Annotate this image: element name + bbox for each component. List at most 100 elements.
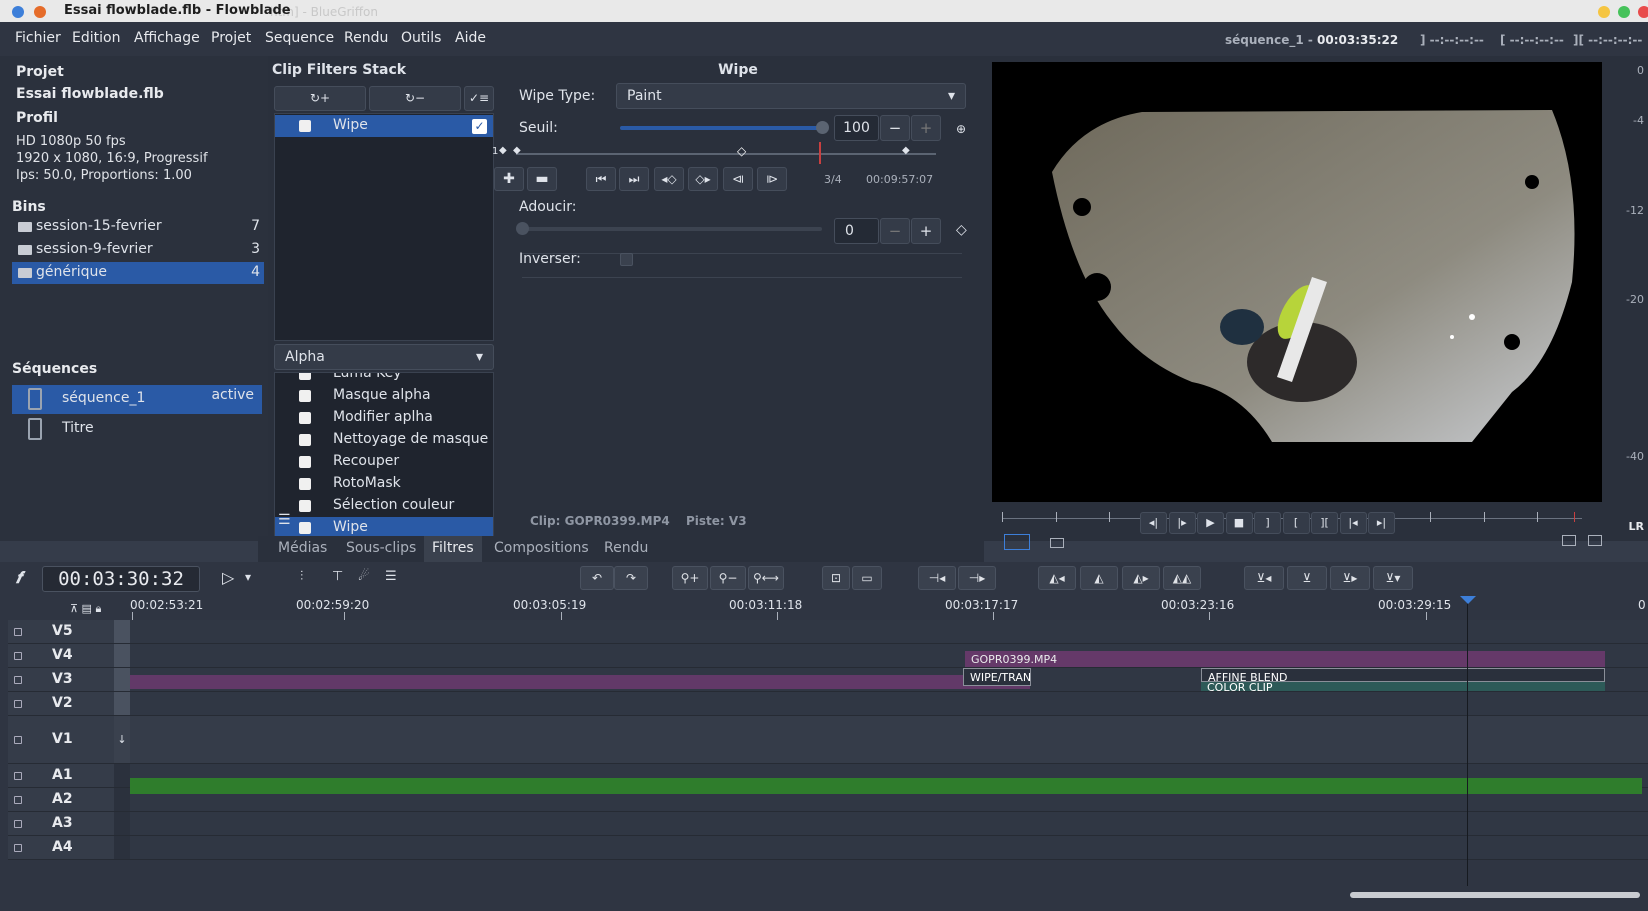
menu-fichier[interactable]: Fichier — [15, 30, 61, 46]
v2-clip[interactable] — [130, 675, 1030, 689]
timeline-view-icon[interactable] — [1004, 534, 1030, 550]
v3-clip[interactable]: GOPR0399.MP4 — [965, 651, 1605, 667]
keyframe-diamond-icon[interactable]: ◇ — [737, 144, 746, 158]
track-lane-v1[interactable] — [130, 716, 1648, 764]
menu-outils[interactable]: Outils — [401, 30, 441, 46]
bin-item-selected[interactable]: générique 4 — [12, 262, 264, 284]
speaker-icon[interactable] — [14, 772, 22, 780]
menu-affichage[interactable]: Affichage — [134, 30, 200, 46]
track-header-a2[interactable]: A2 — [8, 788, 130, 812]
toggle-all-filters-button[interactable]: ✓≡ — [464, 86, 494, 111]
speaker-icon[interactable] — [14, 820, 22, 828]
track-header-a4[interactable]: A4 — [8, 836, 130, 860]
track-header-v2[interactable]: V2 — [8, 692, 130, 716]
seuil-slider[interactable] — [620, 121, 829, 134]
remove-filter-button[interactable]: ↻− — [369, 86, 461, 111]
effects-icon[interactable]: ☄ — [358, 569, 370, 584]
bin-item[interactable]: session-9-fevrier 3 — [12, 239, 264, 261]
ripple-delete-button[interactable]: ⊣▸ — [958, 566, 996, 590]
menu-edition[interactable]: Edition — [72, 30, 120, 46]
sequence-item-selected[interactable]: séquence_1 active — [12, 385, 262, 414]
filter-group-item[interactable]: Modifier aplha — [275, 407, 493, 429]
add-filter-button[interactable]: ↻+ — [274, 86, 366, 111]
wipe-type-select[interactable]: Paint ▾ — [616, 83, 966, 109]
track-header-v4[interactable]: V4 — [8, 644, 130, 668]
splice-out-button[interactable]: ⊻ — [1287, 566, 1327, 590]
stop-button[interactable]: ■ — [1225, 512, 1253, 534]
screen-icon[interactable] — [1588, 535, 1602, 546]
overwrite-button[interactable]: ◭◂ — [1038, 566, 1076, 590]
to-end-button[interactable]: ▸| — [1368, 512, 1395, 534]
monitor-icon[interactable] — [14, 676, 22, 684]
keyframe-editor-icon[interactable]: ⊕ — [956, 122, 966, 136]
play-button[interactable]: ▶ — [1197, 512, 1224, 534]
track-lock-icon[interactable] — [114, 644, 130, 667]
zoom-button[interactable]: ▭ — [852, 566, 882, 590]
first-keyframe-button[interactable]: ⏮ — [586, 167, 616, 191]
monitor-view-icon[interactable] — [1050, 538, 1064, 548]
seuil-value-field[interactable]: 100 — [834, 115, 879, 141]
track-header-v5[interactable]: V5 — [8, 620, 130, 644]
hamburger-icon[interactable]: ☰ — [278, 512, 291, 528]
seuil-slider-knob[interactable] — [816, 121, 829, 134]
video-monitor[interactable] — [992, 62, 1602, 502]
split-button[interactable]: ⊻▸ — [1330, 566, 1370, 590]
monitor-icon[interactable] — [14, 652, 22, 660]
composite-affine[interactable]: AFFINE BLEND — [1201, 668, 1605, 684]
remove-marker-button[interactable]: ⚲− — [710, 566, 746, 590]
timecode-display[interactable]: 00:03:30:32 — [42, 566, 200, 592]
close-button[interactable] — [1638, 6, 1648, 18]
track-lock-icon[interactable] — [114, 620, 130, 643]
increment-button[interactable]: + — [911, 115, 941, 141]
sequence-item[interactable]: Titre — [12, 415, 262, 444]
last-keyframe-button[interactable]: ⏭ — [619, 167, 649, 191]
filter-group-item[interactable]: RotoMask — [275, 473, 493, 495]
chevron-down-icon[interactable]: ▾ — [245, 570, 251, 584]
trim-button[interactable]: ⊻▾ — [1373, 566, 1413, 590]
tab-filtres[interactable]: Filtres — [432, 540, 474, 556]
track-header-v1[interactable]: V1 ↓ — [8, 716, 130, 764]
filter-group-item[interactable]: Recouper — [275, 451, 493, 473]
track-lane-a3[interactable] — [130, 812, 1648, 836]
pointer-tool-icon[interactable]: ▷ — [222, 568, 234, 587]
bin-item[interactable]: session-15-fevrier 7 — [12, 216, 264, 238]
to-start-button[interactable]: |◂ — [1339, 512, 1367, 534]
filter-group-item[interactable]: Nettoyage de masque — [275, 429, 493, 451]
timeline-scrollbar[interactable] — [1350, 892, 1640, 898]
marker-range-button[interactable]: ⚲⟷ — [748, 566, 784, 590]
track-lane-v5[interactable] — [130, 620, 1648, 644]
redo-button[interactable]: ↷ — [614, 566, 648, 590]
playhead[interactable] — [1467, 596, 1468, 886]
menu-projet[interactable]: Projet — [211, 30, 251, 46]
cut-button[interactable]: ⊻◂ — [1244, 566, 1284, 590]
a1-clip[interactable] — [130, 778, 1642, 794]
track-lock-icon[interactable] — [114, 668, 130, 691]
delete-keyframe-button[interactable]: ▬ — [527, 167, 557, 191]
inverser-checkbox[interactable] — [620, 253, 633, 266]
prev-keyframe-button[interactable]: ◂◇ — [654, 167, 684, 191]
filter-group-select[interactable]: Alpha ▾ — [274, 344, 494, 370]
titler-icon[interactable]: ⊤ — [332, 569, 343, 584]
filter-group-item[interactable]: Sélection couleur — [275, 495, 493, 517]
zoom-fit-button[interactable]: ⊡ — [822, 566, 850, 590]
monitor-icon[interactable] — [14, 700, 22, 708]
keyframe-track[interactable] — [516, 153, 936, 155]
track-header-a3[interactable]: A3 — [8, 812, 130, 836]
track-lock-icon[interactable] — [114, 836, 130, 859]
add-marker-button[interactable]: ⚲+ — [672, 566, 708, 590]
adoucir-value-field[interactable]: 0 — [834, 218, 879, 244]
keyframe-diamond-icon[interactable]: ◆ — [902, 145, 910, 156]
track-lock-icon[interactable] — [114, 812, 130, 835]
next-keyframe-button[interactable]: ◇▸ — [688, 167, 718, 191]
track-lock-icon[interactable] — [114, 788, 130, 811]
filter-enabled-checkbox[interactable]: ✓ — [472, 119, 487, 134]
mark-out-button[interactable]: [ — [1282, 512, 1310, 534]
menu-rendu[interactable]: Rendu — [344, 30, 388, 46]
minimize-button[interactable] — [1598, 6, 1610, 18]
append-button[interactable]: ◭▸ — [1122, 566, 1160, 590]
tab-compositions[interactable]: Compositions — [494, 540, 589, 556]
audio-mixer-icon[interactable]: ⫶ — [300, 569, 303, 584]
insert-button[interactable]: ◭ — [1080, 566, 1118, 590]
zoom-icon[interactable] — [1562, 535, 1576, 546]
track-lane-a4[interactable] — [130, 836, 1648, 860]
